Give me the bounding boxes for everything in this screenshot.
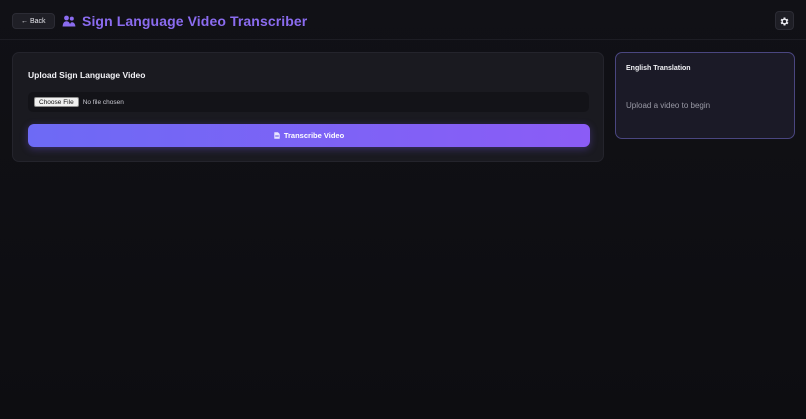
translation-output: Upload a video to begin [626,101,711,110]
translation-heading: English Translation [626,65,691,72]
file-input[interactable]: Choose File No file chosen [28,92,589,112]
settings-button[interactable] [775,11,794,30]
choose-file-button[interactable]: Choose File [34,97,79,107]
document-icon [274,132,280,139]
transcribe-label: Transcribe Video [283,131,345,140]
upload-card: Upload Sign Language Video Choose File N… [12,52,604,162]
people-icon [62,14,76,28]
page-title: Sign Language Video Transcriber [82,13,308,29]
page-title-group: Sign Language Video Transcriber [62,12,307,30]
upload-heading: Upload Sign Language Video [28,70,146,80]
header-bar: ← Back Sign Language Video Transcriber [0,0,806,40]
file-status-text: No file chosen [82,98,124,106]
app-page: ← Back Sign Language Video Transcriber U… [0,0,806,419]
transcribe-video-button[interactable]: Transcribe Video [28,124,590,147]
back-button[interactable]: ← Back [12,13,55,29]
translation-panel: English Translation Upload a video to be… [615,52,795,139]
gear-icon [779,15,790,26]
